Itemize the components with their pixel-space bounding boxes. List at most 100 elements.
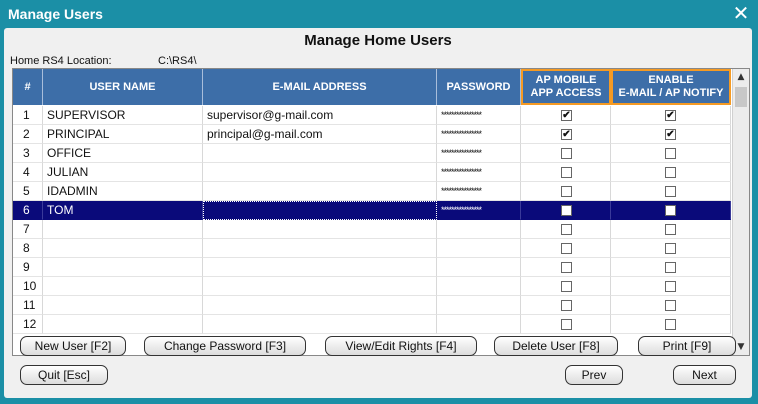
row-number: 5 (13, 182, 43, 201)
table-row[interactable]: 3 OFFICE **************** (13, 144, 731, 163)
table-row[interactable]: 8 (13, 239, 731, 258)
table-row[interactable]: 9 (13, 258, 731, 277)
notify-checkbox[interactable]: ✔ (665, 110, 676, 121)
new-user-button[interactable]: New User [F2] (20, 336, 126, 356)
email-cell[interactable]: principal@g-mail.com (203, 125, 437, 144)
print-button[interactable]: Print [F9] (638, 336, 736, 356)
notify-checkbox[interactable] (665, 148, 676, 159)
password-cell[interactable] (437, 296, 521, 315)
email-cell[interactable] (203, 163, 437, 182)
table-row[interactable]: 1 SUPERVISOR supervisor@g-mail.com ********… (13, 106, 731, 125)
app-access-cell (521, 201, 611, 220)
user-name-cell[interactable]: TOM (43, 201, 203, 220)
notify-checkbox[interactable]: ✔ (665, 129, 676, 140)
app-access-cell (521, 277, 611, 296)
notify-checkbox[interactable] (665, 281, 676, 292)
email-cell[interactable] (203, 220, 437, 239)
table-row[interactable]: 7 (13, 220, 731, 239)
password-cell[interactable] (437, 258, 521, 277)
app-access-checkbox[interactable] (561, 205, 572, 216)
row-number: 3 (13, 144, 43, 163)
row-number: 8 (13, 239, 43, 258)
app-access-cell (521, 315, 611, 334)
password-cell[interactable]: **************** (437, 201, 521, 220)
email-cell[interactable] (203, 277, 437, 296)
view-edit-rights-button[interactable]: View/Edit Rights [F4] (325, 336, 477, 356)
delete-user-button[interactable]: Delete User [F8] (494, 336, 618, 356)
table-row[interactable]: 4 JULIAN **************** (13, 163, 731, 182)
location-label: Home RS4 Location: (10, 55, 112, 67)
password-cell[interactable] (437, 239, 521, 258)
user-name-cell[interactable]: PRINCIPAL (43, 125, 203, 144)
password-cell[interactable] (437, 315, 521, 334)
table-row[interactable]: 2 PRINCIPAL principal@g-mail.com **********… (13, 125, 731, 144)
user-name-cell[interactable] (43, 220, 203, 239)
quit-button[interactable]: Quit [Esc] (20, 365, 108, 385)
notify-checkbox[interactable] (665, 167, 676, 178)
user-name-cell[interactable] (43, 258, 203, 277)
scroll-thumb[interactable] (735, 87, 747, 107)
notify-checkbox[interactable] (665, 243, 676, 254)
app-access-checkbox[interactable] (561, 300, 572, 311)
close-icon[interactable]: ✕ (732, 3, 750, 23)
password-cell[interactable]: **************** (437, 125, 521, 144)
app-access-cell: ✔ (521, 106, 611, 125)
password-cell[interactable]: **************** (437, 163, 521, 182)
table-row[interactable]: 10 (13, 277, 731, 296)
password-cell[interactable] (437, 220, 521, 239)
user-name-cell[interactable] (43, 296, 203, 315)
email-cell[interactable] (203, 315, 437, 334)
row-number: 10 (13, 277, 43, 296)
app-access-checkbox[interactable] (561, 148, 572, 159)
table-row[interactable]: 12 (13, 315, 731, 334)
user-name-cell[interactable] (43, 277, 203, 296)
table-row[interactable]: 5 IDADMIN **************** (13, 182, 731, 201)
password-cell[interactable]: **************** (437, 106, 521, 125)
app-access-checkbox[interactable] (561, 319, 572, 330)
table-row[interactable]: 11 (13, 296, 731, 315)
password-cell[interactable] (437, 277, 521, 296)
email-cell[interactable]: supervisor@g-mail.com (203, 106, 437, 125)
password-cell[interactable]: **************** (437, 144, 521, 163)
email-cell[interactable] (203, 201, 437, 220)
row-number: 6 (13, 201, 43, 220)
user-name-cell[interactable]: OFFICE (43, 144, 203, 163)
col-header-password: PASSWORD (437, 69, 521, 105)
user-name-cell[interactable]: JULIAN (43, 163, 203, 182)
user-name-cell[interactable] (43, 315, 203, 334)
table-row[interactable]: 6 TOM **************** (13, 201, 731, 220)
next-button[interactable]: Next (673, 365, 736, 385)
app-access-cell (521, 239, 611, 258)
email-cell[interactable] (203, 258, 437, 277)
app-access-checkbox[interactable] (561, 243, 572, 254)
app-access-checkbox[interactable] (561, 281, 572, 292)
email-cell[interactable] (203, 296, 437, 315)
user-name-cell[interactable] (43, 239, 203, 258)
app-access-cell (521, 182, 611, 201)
email-cell[interactable] (203, 182, 437, 201)
app-access-checkbox[interactable] (561, 224, 572, 235)
password-cell[interactable]: **************** (437, 182, 521, 201)
scroll-up-icon[interactable]: ▲ (733, 69, 749, 85)
email-cell[interactable] (203, 239, 437, 258)
user-name-cell[interactable]: SUPERVISOR (43, 106, 203, 125)
app-access-checkbox[interactable]: ✔ (561, 129, 572, 140)
notify-checkbox[interactable] (665, 262, 676, 273)
app-access-checkbox[interactable] (561, 186, 572, 197)
notify-checkbox[interactable] (665, 300, 676, 311)
email-cell[interactable] (203, 144, 437, 163)
vertical-scrollbar[interactable]: ▲ ▼ (732, 69, 749, 355)
app-access-checkbox[interactable] (561, 167, 572, 178)
notify-checkbox[interactable] (665, 186, 676, 197)
app-access-checkbox[interactable]: ✔ (561, 110, 572, 121)
notify-cell (611, 163, 731, 182)
title-bar: Manage Users ✕ (0, 0, 758, 28)
content-panel: Manage Home Users Home RS4 Location: C:\… (4, 28, 752, 398)
user-name-cell[interactable]: IDADMIN (43, 182, 203, 201)
prev-button[interactable]: Prev (565, 365, 623, 385)
notify-checkbox[interactable] (665, 319, 676, 330)
change-password-button[interactable]: Change Password [F3] (144, 336, 306, 356)
notify-checkbox[interactable] (665, 205, 676, 216)
app-access-checkbox[interactable] (561, 262, 572, 273)
notify-checkbox[interactable] (665, 224, 676, 235)
